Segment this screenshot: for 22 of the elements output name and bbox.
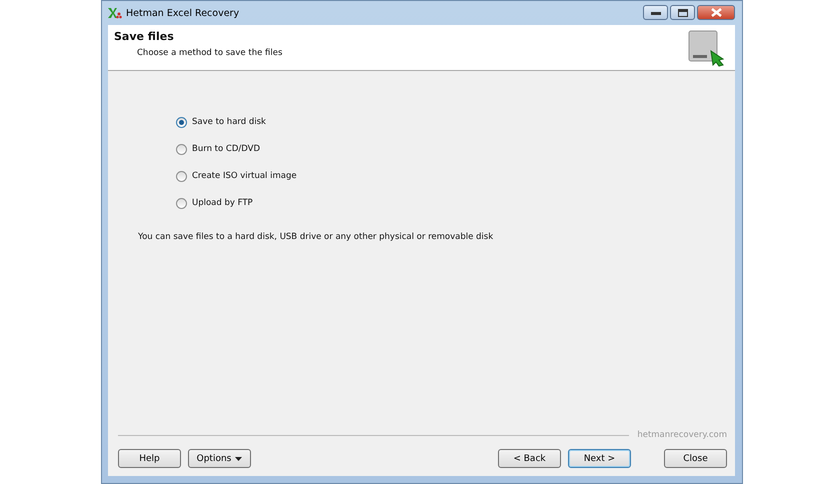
- dialog-button[interactable]: Options: [188, 449, 251, 468]
- close-button[interactable]: Close: [664, 449, 727, 468]
- page-subtitle: Choose a method to save the files: [136, 48, 282, 58]
- radio-option[interactable]: Burn to CD/DVD: [176, 142, 260, 156]
- maximize-button[interactable]: [670, 5, 695, 20]
- radio-option[interactable]: Create ISO virtual image: [176, 169, 297, 183]
- radio-option[interactable]: Upload by FTP: [176, 196, 253, 210]
- window-title: Hetman Excel Recovery: [126, 8, 240, 18]
- minimize-icon: [650, 10, 660, 14]
- website-text: hetmanrecovery.com: [637, 430, 727, 440]
- close-icon[interactable]: [697, 5, 735, 20]
- dialog-button[interactable]: Next >: [568, 449, 631, 468]
- hard-disk-icon: [687, 29, 727, 67]
- page-title: Save files: [114, 30, 175, 43]
- description-text: You can save files to a hard disk, USB drive or any other physical or removable disk: [138, 232, 494, 242]
- radio-option[interactable]: Save to hard disk: [176, 115, 266, 129]
- caret-icon: [235, 456, 242, 460]
- app-icon: [108, 7, 122, 19]
- dialog-button[interactable]: Help: [118, 449, 181, 468]
- minimize-button[interactable]: [643, 5, 668, 20]
- dialog-button[interactable]: < Back: [498, 449, 561, 468]
- maximize-icon: [678, 8, 688, 16]
